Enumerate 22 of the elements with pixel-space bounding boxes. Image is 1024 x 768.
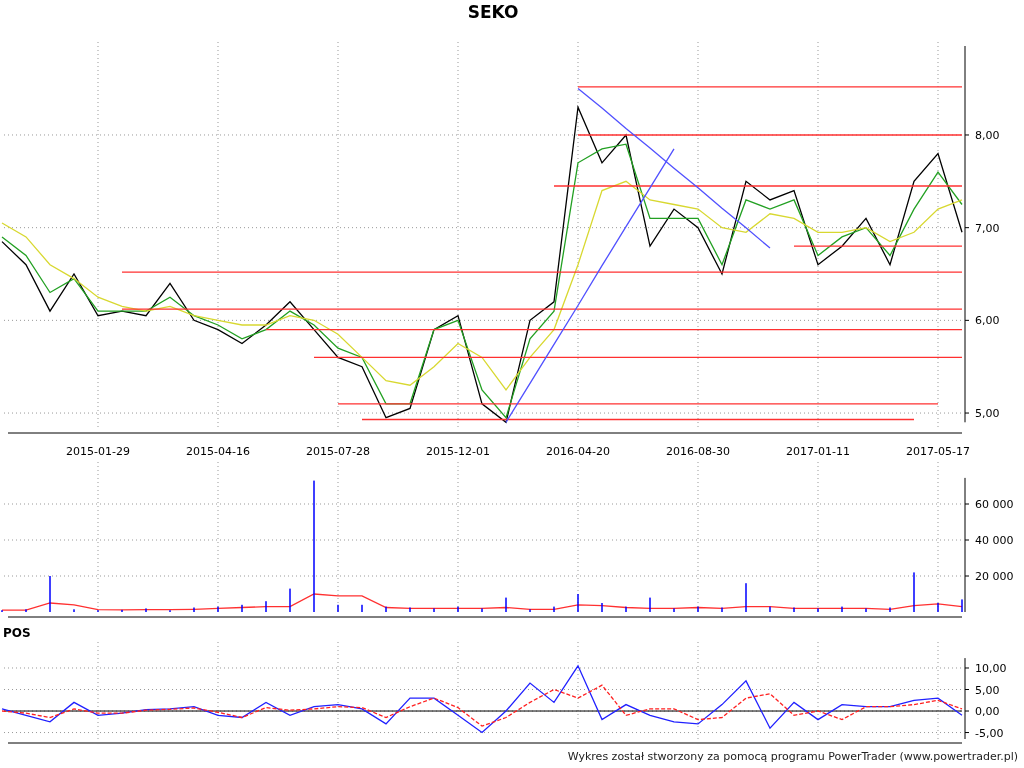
- axis-label: 2015-12-01: [426, 445, 490, 458]
- axis-label: 2016-04-20: [546, 445, 610, 458]
- axis-label: 5,00: [975, 683, 1000, 697]
- axis-label: 7,00: [975, 221, 1000, 235]
- axis-label: 2015-01-29: [66, 445, 130, 458]
- axis-label: 20 000: [975, 570, 1014, 583]
- axis-label: 2017-05-17: [906, 445, 970, 458]
- footer-text: Wykres został stworzony za pomocą programu PowerTrader (www.powertrader.pl): [567, 750, 1018, 763]
- axis-label: 8,00: [975, 129, 1000, 142]
- axis-label: 6,00: [975, 314, 1000, 328]
- axis-label: 2016-08-30: [666, 445, 730, 458]
- axis-label: 2017-01-11: [786, 445, 850, 458]
- indicator-label: POS: [3, 626, 31, 640]
- axis-label: 10,00: [975, 662, 1007, 675]
- axis-label: 2015-07-28: [306, 445, 370, 458]
- axis-label: 40 000: [975, 534, 1014, 547]
- axis-label: 2015-04-16: [186, 445, 250, 458]
- axis-label: 5,00: [975, 407, 1000, 421]
- axis-label: -5,00: [975, 726, 1004, 740]
- axis-label: 0,00: [975, 705, 1000, 719]
- chart-title: SEKO: [467, 2, 519, 22]
- axis-label: 60 000: [975, 498, 1014, 511]
